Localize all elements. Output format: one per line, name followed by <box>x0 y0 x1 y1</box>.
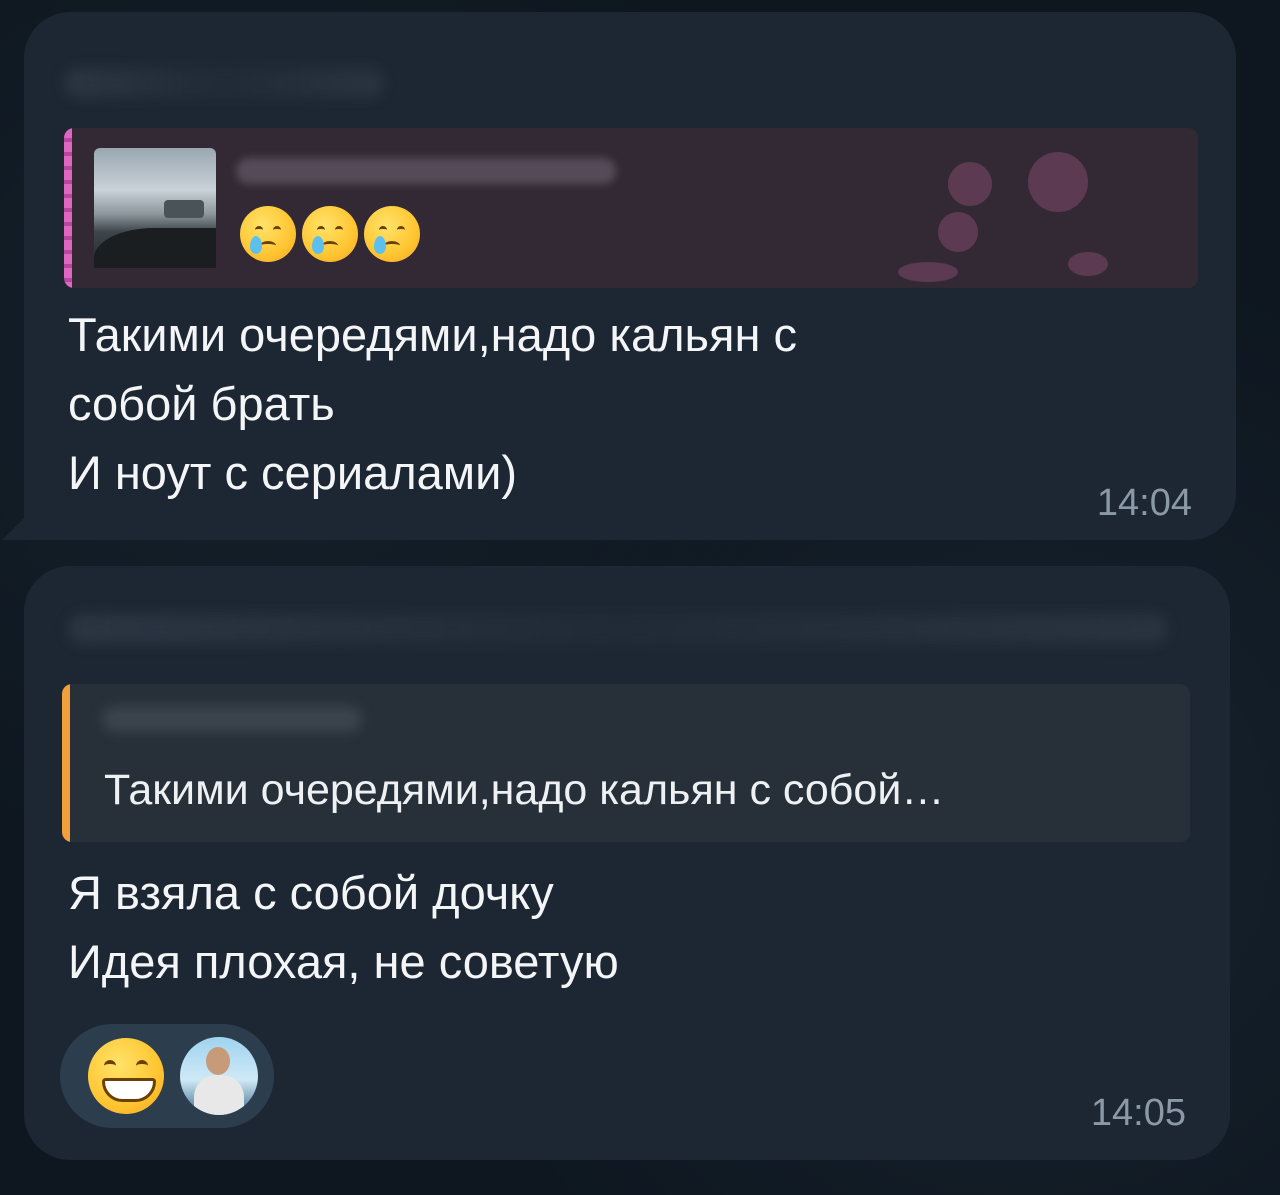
reply-thumbnail-image <box>94 148 216 268</box>
grinning-face-icon <box>88 1038 164 1114</box>
sender-name-redacted <box>64 68 384 98</box>
reply-author-redacted <box>102 706 362 732</box>
message-timestamp: 14:04 <box>1096 482 1192 524</box>
crying-face-icon <box>364 206 420 262</box>
reply-accent-bar <box>62 684 70 842</box>
reply-snippet-text: Такими очередями,надо кальян с собой… <box>104 766 945 814</box>
reply-accent-bar <box>64 128 72 288</box>
message-text: Я взяла с собой дочку Идея плохая, не со… <box>68 866 619 988</box>
message-timestamp: 14:05 <box>1090 1092 1186 1134</box>
message-bubble[interactable]: Такими очередями,надо кальян с собой бра… <box>24 12 1236 540</box>
message-text: Такими очередями,надо кальян с собой бра… <box>68 308 797 499</box>
sender-name-redacted <box>68 614 1168 644</box>
reply-preview[interactable]: Такими очередями,надо кальян с собой… <box>62 684 1190 842</box>
reply-author-redacted <box>236 158 616 184</box>
reply-preview[interactable] <box>64 128 1198 288</box>
crying-face-icon <box>240 206 296 262</box>
message-bubble[interactable]: Такими очередями,надо кальян с собой… Я … <box>24 566 1230 1160</box>
crying-face-icon <box>302 206 358 262</box>
reaction-pill[interactable] <box>60 1024 274 1128</box>
reply-decoration <box>898 142 1158 282</box>
avatar <box>180 1037 258 1115</box>
reply-emoji-row <box>240 206 420 262</box>
